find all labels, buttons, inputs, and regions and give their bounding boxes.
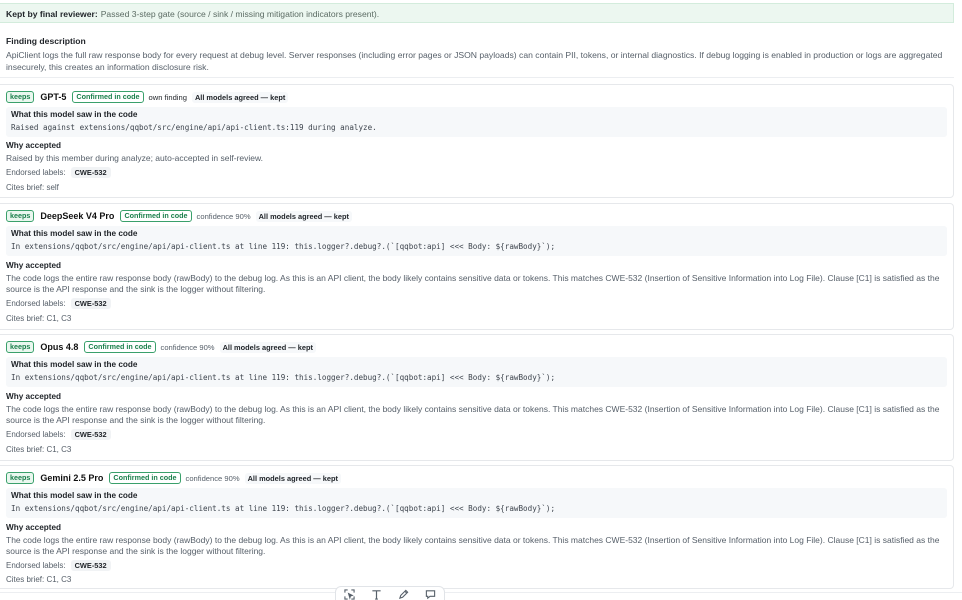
confidence: confidence 90% xyxy=(196,211,251,221)
saw-heading: What this model saw in the code xyxy=(11,110,138,119)
finding-description: Finding description ApiClient logs the f… xyxy=(0,30,954,78)
model-name: Opus 4.8 xyxy=(40,342,79,352)
why-heading: Why accepted xyxy=(6,523,62,532)
cites-brief: Cites brief: C1, C3 xyxy=(6,575,72,584)
saw-heading: What this model saw in the code xyxy=(11,491,138,500)
extra-info: own finding xyxy=(148,92,187,102)
endorsed-caption: Endorsed labels: xyxy=(6,299,66,308)
status-badge: Confirmed in code xyxy=(84,341,156,353)
confidence: confidence 90% xyxy=(160,342,215,352)
model-name: DeepSeek V4 Pro xyxy=(40,211,115,221)
pen-icon[interactable] xyxy=(397,587,411,600)
endorsed-caption: Endorsed labels: xyxy=(6,168,66,177)
model-card-deepseek: keeps DeepSeek V4 Pro Confirmed in code … xyxy=(0,203,954,330)
saw-heading: What this model saw in the code xyxy=(11,229,138,238)
why-heading: Why accepted xyxy=(6,392,62,401)
label-chip: CWE-532 xyxy=(70,560,111,571)
confidence: confidence 90% xyxy=(185,473,240,483)
why-accepted: Why accepted Raised by this member durin… xyxy=(6,141,947,164)
model-card-opus: keeps Opus 4.8 Confirmed in code confide… xyxy=(0,334,954,461)
code-snippet: Raised against extensions/qqbot/src/engi… xyxy=(11,123,377,132)
endorsed-labels: Endorsed labels: CWE-532 xyxy=(6,298,111,309)
cites-brief: Cites brief: C1, C3 xyxy=(6,445,72,454)
model-name: GPT-5 xyxy=(40,92,67,102)
endorsed-labels: Endorsed labels: CWE-532 xyxy=(6,560,111,571)
why-accepted: Why accepted The code logs the entire ra… xyxy=(6,261,947,295)
code-snippet: In extensions/qqbot/src/engine/api/api-c… xyxy=(11,242,556,251)
reviewer-banner: Kept by final reviewer: Passed 3-step gat… xyxy=(0,3,954,23)
model-name: Gemini 2.5 Pro xyxy=(40,473,104,483)
verdict-badge: keeps xyxy=(6,341,35,353)
why-text: The code logs the entire raw response bo… xyxy=(6,273,940,294)
text-icon[interactable] xyxy=(370,587,384,600)
label-chip: CWE-532 xyxy=(70,429,111,440)
finding-heading: Finding description xyxy=(6,36,86,46)
endorsed-labels: Endorsed labels: CWE-532 xyxy=(6,167,111,178)
endorsed-caption: Endorsed labels: xyxy=(6,430,66,439)
endorsed-labels: Endorsed labels: CWE-532 xyxy=(6,429,111,440)
agreement-badge: All models agreed — kept xyxy=(219,341,316,353)
select-icon[interactable] xyxy=(343,587,357,600)
code-evidence: What this model saw in the code In exten… xyxy=(6,357,947,387)
saw-heading: What this model saw in the code xyxy=(11,360,138,369)
status-badge: Confirmed in code xyxy=(120,210,192,222)
card-header: keeps DeepSeek V4 Pro Confirmed in code … xyxy=(6,210,352,222)
card-header: keeps Opus 4.8 Confirmed in code confide… xyxy=(6,341,316,353)
endorsed-caption: Endorsed labels: xyxy=(6,561,66,570)
why-text: The code logs the entire raw response bo… xyxy=(6,404,940,425)
agreement-badge: All models agreed — kept xyxy=(255,210,352,222)
agreement-badge: All models agreed — kept xyxy=(244,472,341,484)
model-card-gpt5: keeps GPT-5 Confirmed in code own findin… xyxy=(0,84,954,198)
verdict-badge: keeps xyxy=(6,91,35,103)
finding-text: ApiClient logs the full raw response bod… xyxy=(6,50,943,72)
cites-brief: Cites brief: C1, C3 xyxy=(6,314,72,323)
card-header: keeps GPT-5 Confirmed in code own findin… xyxy=(6,91,289,103)
why-accepted: Why accepted The code logs the entire ra… xyxy=(6,392,947,426)
model-card-gemini: keeps Gemini 2.5 Pro Confirmed in code c… xyxy=(0,465,954,589)
why-heading: Why accepted xyxy=(6,261,62,270)
code-evidence: What this model saw in the code In exten… xyxy=(6,226,947,256)
why-accepted: Why accepted The code logs the entire ra… xyxy=(6,523,947,557)
code-evidence: What this model saw in the code Raised a… xyxy=(6,107,947,137)
why-text: Raised by this member during analyze; au… xyxy=(6,153,264,163)
code-snippet: In extensions/qqbot/src/engine/api/api-c… xyxy=(11,373,556,382)
agreement-badge: All models agreed — kept xyxy=(191,91,289,103)
label-chip: CWE-532 xyxy=(70,298,111,309)
why-text: The code logs the entire raw response bo… xyxy=(6,535,940,556)
bottom-divider xyxy=(0,592,962,593)
card-header: keeps Gemini 2.5 Pro Confirmed in code c… xyxy=(6,472,341,484)
code-snippet: In extensions/qqbot/src/engine/api/api-c… xyxy=(11,504,556,513)
label-chip: CWE-532 xyxy=(70,167,111,178)
verdict-badge: keeps xyxy=(6,210,35,222)
comment-icon[interactable] xyxy=(424,587,438,600)
cites-brief: Cites brief: self xyxy=(6,183,59,192)
why-heading: Why accepted xyxy=(6,141,62,150)
banner-label: Kept by final reviewer: xyxy=(6,9,98,19)
annotation-toolbar xyxy=(335,586,445,600)
verdict-badge: keeps xyxy=(6,472,35,484)
code-evidence: What this model saw in the code In exten… xyxy=(6,488,947,518)
status-badge: Confirmed in code xyxy=(109,472,181,484)
banner-text: Passed 3-step gate (source / sink / miss… xyxy=(100,9,380,19)
status-badge: Confirmed in code xyxy=(72,91,144,103)
